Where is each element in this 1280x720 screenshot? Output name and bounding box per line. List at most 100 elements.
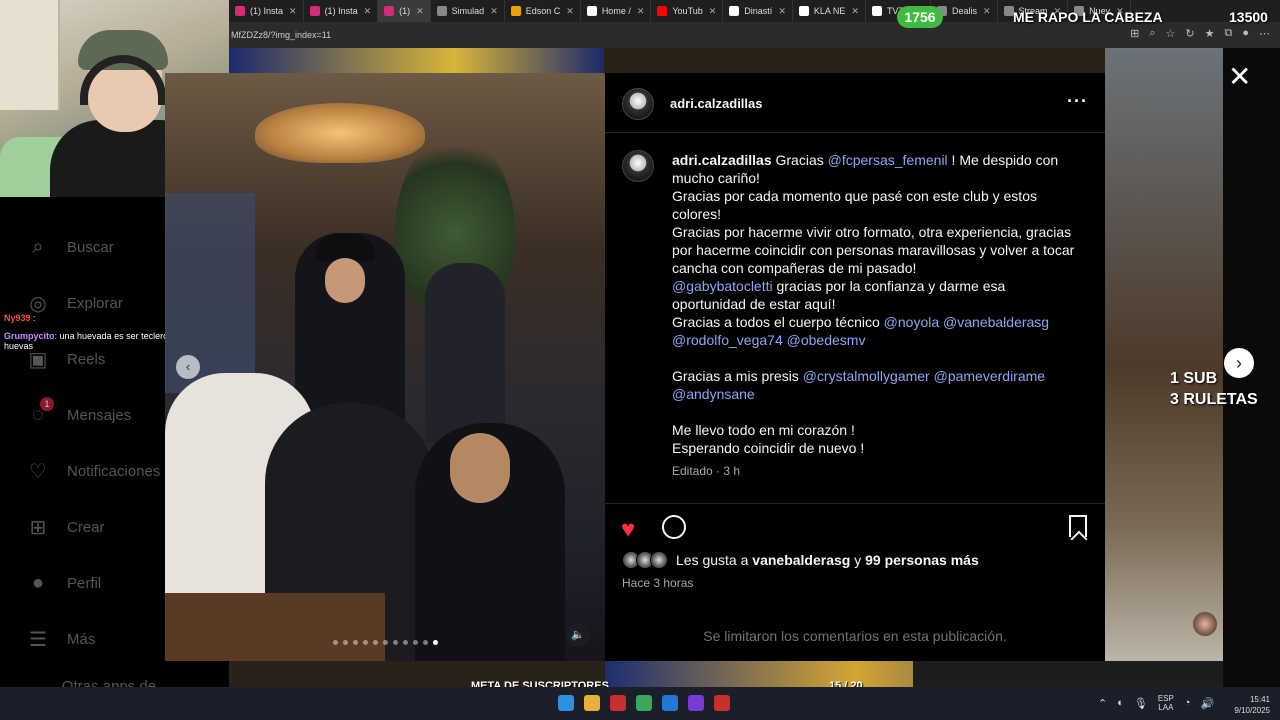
- sidebar-item-buscar[interactable]: ⌕ Buscar: [26, 234, 113, 260]
- mention-link[interactable]: @crystalmollygamer: [803, 368, 930, 384]
- tab-favicon-icon: [235, 6, 245, 16]
- tab-label: (1): [399, 6, 411, 16]
- more-options-icon[interactable]: ···: [1067, 91, 1088, 112]
- bookmark-star-icon[interactable]: ☆: [1166, 27, 1176, 40]
- tab-close-icon[interactable]: ✕: [416, 6, 424, 17]
- volume-icon[interactable]: 🔊: [1201, 697, 1215, 710]
- mention-link[interactable]: @pameverdirame: [934, 368, 1045, 384]
- sidebar-item-perfil[interactable]: ● Perfil: [26, 570, 101, 596]
- mention-link[interactable]: @gabybatocletti: [672, 278, 773, 294]
- caption-text: Gracias a todos el cuerpo técnico: [672, 314, 884, 330]
- edge-icon[interactable]: [662, 695, 678, 711]
- favorites-icon[interactable]: ★: [1205, 27, 1215, 40]
- app-icon[interactable]: [714, 695, 730, 711]
- mention-link[interactable]: @fcpersas_femenil: [828, 152, 948, 168]
- mention-link[interactable]: @vanebalderasg: [943, 314, 1049, 330]
- taskbar-clock[interactable]: 15:41 9/10/2025: [1222, 694, 1270, 716]
- app-icon[interactable]: [688, 695, 704, 711]
- carousel-dot: [413, 640, 418, 645]
- browser-tab[interactable]: Dinastí ✕: [723, 0, 793, 22]
- tab-close-icon[interactable]: ✕: [364, 6, 372, 17]
- likes-summary[interactable]: Les gusta a vanebalderasg y 99 personas …: [622, 551, 979, 569]
- tab-close-icon[interactable]: ✕: [851, 6, 859, 17]
- browser-address-bar[interactable]: MfZDZz8/?img_index=11 ⊞ ⌕ ☆ ↻ ★ ⧉ ● ⋯: [229, 22, 1280, 48]
- edited-timestamp: Editado · 3 h: [672, 464, 741, 478]
- tab-label: (1) Insta: [324, 6, 358, 16]
- browser-tab[interactable]: (1) Insta ✕: [229, 0, 304, 22]
- lang-bottom: LAA: [1158, 703, 1174, 712]
- collections-icon[interactable]: ⧉: [1224, 27, 1232, 40]
- tab-label: Edson C: [525, 6, 561, 16]
- tab-favicon-icon: [871, 6, 882, 16]
- webcam-shelf: [0, 0, 60, 110]
- browser-tab[interactable]: KLA NE ✕: [793, 0, 866, 22]
- feed-thumbnail: [913, 661, 1223, 687]
- browser-tab[interactable]: Simulad ✕: [431, 0, 505, 22]
- menu-icon: ☰: [29, 628, 47, 651]
- post-media[interactable]: [165, 73, 605, 661]
- comments-limited-notice: Se limitaron los comentarios en esta pub…: [703, 628, 1007, 644]
- photo-lamp: [255, 103, 425, 163]
- browser-tab[interactable]: (1) Insta ✕: [304, 0, 379, 22]
- author-avatar[interactable]: [622, 88, 654, 120]
- browser-tab[interactable]: YouTub ✕: [651, 0, 724, 22]
- heart-filled-icon[interactable]: ♥: [621, 516, 635, 544]
- tab-close-icon[interactable]: ✕: [490, 6, 498, 17]
- tab-close-icon[interactable]: ✕: [778, 6, 786, 17]
- tab-close-icon[interactable]: ✕: [289, 6, 297, 17]
- comment-icon[interactable]: [662, 515, 686, 539]
- sidebar-item-crear[interactable]: ⊞ Crear: [26, 514, 105, 540]
- close-icon[interactable]: ✕: [1228, 63, 1251, 91]
- tab-favicon-icon: [729, 6, 740, 16]
- sidebar-item-notificaciones[interactable]: ♡ Notificaciones: [26, 458, 160, 484]
- url-text[interactable]: MfZDZz8/?img_index=11: [229, 30, 331, 40]
- bookmark-icon[interactable]: [1069, 515, 1087, 537]
- tab-label: Dinastí: [744, 6, 773, 16]
- app-tray-icon[interactable]: ◐: [1117, 697, 1124, 709]
- mention-link[interactable]: @rodolfo_vega74: [672, 332, 783, 348]
- language-indicator[interactable]: ESP LAA: [1158, 694, 1174, 712]
- mention-link[interactable]: @obedesmv: [787, 332, 866, 348]
- app-icon[interactable]: [610, 695, 626, 711]
- sidebar-item-label: Crear: [67, 518, 105, 536]
- compass-icon: ◎: [29, 292, 47, 315]
- search-icon: ⌕: [32, 235, 44, 258]
- profile-icon[interactable]: ●: [1242, 27, 1249, 40]
- mention-link[interactable]: @andynsane: [672, 386, 755, 402]
- app-icon[interactable]: [636, 695, 652, 711]
- caption-avatar[interactable]: [622, 150, 654, 182]
- author-username[interactable]: adri.calzadillas: [670, 96, 763, 111]
- file-explorer-icon[interactable]: [584, 695, 600, 711]
- chevron-up-icon[interactable]: ⌃: [1098, 697, 1107, 710]
- photo-hat: [315, 233, 375, 261]
- likes-others[interactable]: 99 personas más: [865, 552, 979, 568]
- likes-text[interactable]: Les gusta a vanebalderasg y 99 personas …: [676, 552, 979, 568]
- mute-button[interactable]: 🔈: [566, 623, 590, 647]
- sidebar-item-mensajes[interactable]: ◌ 1 Mensajes: [26, 397, 131, 428]
- zoom-icon[interactable]: ⌕: [1149, 27, 1155, 40]
- sidebar-item-label: Notificaciones: [67, 462, 161, 480]
- app-icon[interactable]: ⊞: [1130, 27, 1139, 40]
- mention-link[interactable]: @noyola: [884, 314, 939, 330]
- tab-close-icon[interactable]: ✕: [983, 6, 991, 17]
- microphone-icon[interactable]: 🎙: [1134, 697, 1148, 710]
- wifi-icon[interactable]: ◔: [1184, 697, 1191, 709]
- tab-close-icon[interactable]: ✕: [566, 6, 574, 17]
- likes-user[interactable]: vanebalderasg: [752, 552, 850, 568]
- carousel-dot: [403, 640, 408, 645]
- carousel-dot: [333, 640, 338, 645]
- tab-close-icon[interactable]: ✕: [709, 6, 717, 17]
- more-icon[interactable]: ⋯: [1259, 27, 1270, 40]
- sidebar-item-más[interactable]: ☰ Más: [26, 626, 95, 652]
- refresh-icon[interactable]: ↻: [1185, 27, 1194, 40]
- tab-label: Home /: [601, 6, 631, 16]
- caption-username[interactable]: adri.calzadillas: [672, 152, 772, 168]
- carousel-prev-button[interactable]: ‹: [176, 355, 200, 379]
- chevron-left-icon: ‹: [185, 359, 191, 374]
- browser-tab[interactable]: (1) ✕: [378, 0, 431, 22]
- tab-close-icon[interactable]: ✕: [637, 6, 645, 17]
- carousel-dot: [383, 640, 388, 645]
- browser-tab[interactable]: Edson C ✕: [505, 0, 581, 22]
- start-icon[interactable]: [558, 695, 574, 711]
- browser-tab[interactable]: Home / ✕: [581, 0, 652, 22]
